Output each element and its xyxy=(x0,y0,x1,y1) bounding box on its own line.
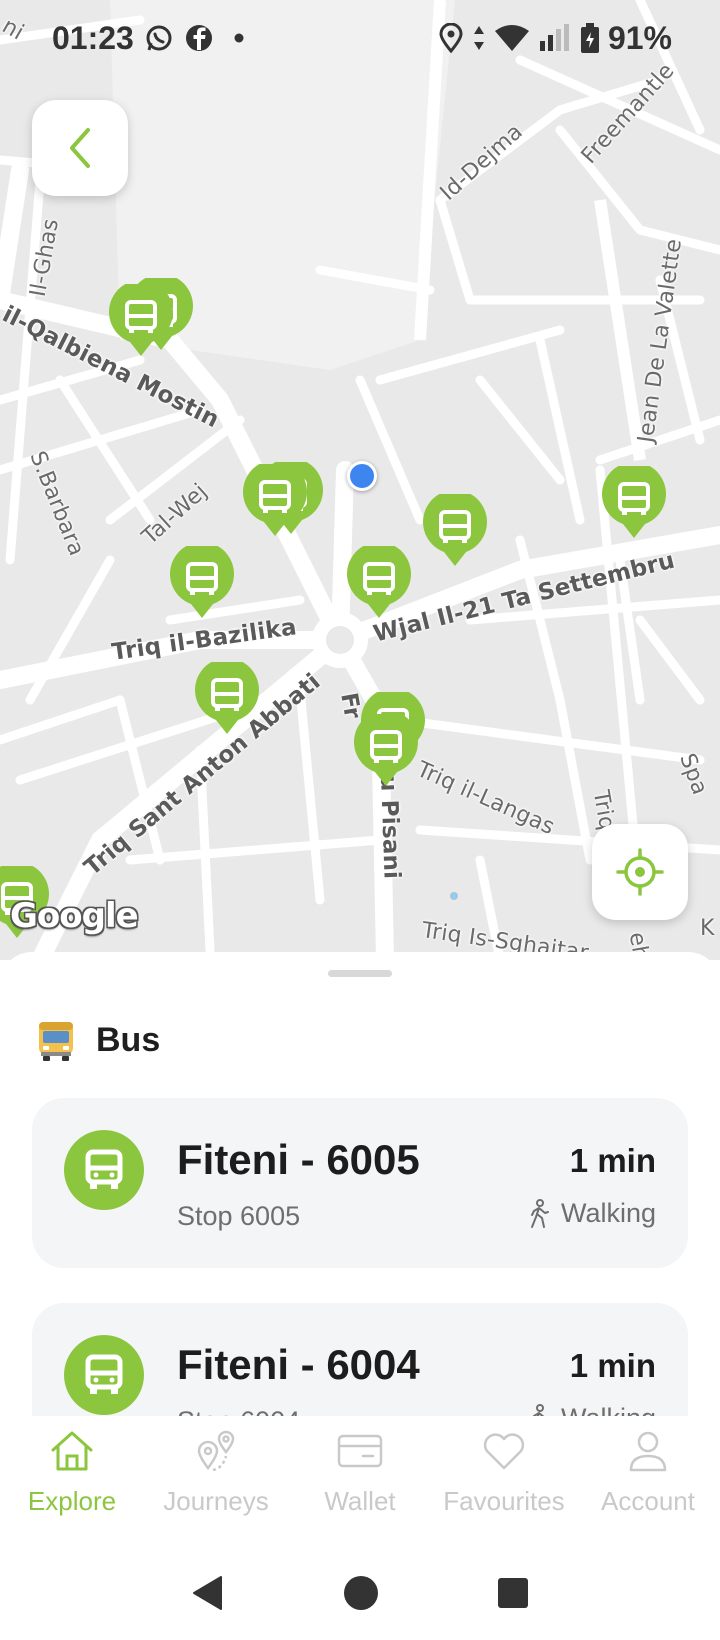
bus-stop-pin[interactable] xyxy=(422,494,488,568)
bus-stop-pin[interactable] xyxy=(346,546,412,620)
section-title: Bus xyxy=(96,1020,161,1059)
user-location-dot xyxy=(347,461,377,491)
location-icon xyxy=(439,23,463,53)
bus-stop-pin[interactable] xyxy=(169,546,235,620)
stop-card[interactable]: Fiteni - 6004 Stop 6004 1 min Walking xyxy=(32,1303,688,1416)
nav-journeys-label: Journeys xyxy=(163,1486,269,1516)
route-pins-icon xyxy=(197,1430,235,1472)
stop-name: Fiteni - 6004 xyxy=(177,1341,420,1388)
street-label-k: K xyxy=(700,916,715,941)
travel-mode-label: Walking xyxy=(561,1403,656,1416)
battery-percent: 91% xyxy=(607,19,672,56)
nav-wallet-label: Wallet xyxy=(324,1486,396,1516)
back-triangle-icon[interactable] xyxy=(191,1575,225,1611)
my-location-button[interactable] xyxy=(592,824,688,920)
walk-time: 1 min xyxy=(569,1347,656,1384)
bus-stop-pin[interactable] xyxy=(353,714,419,788)
card-icon xyxy=(337,1434,383,1468)
back-button[interactable] xyxy=(32,100,128,196)
bottom-nav: Explore Journeys Wallet Favourites Accou… xyxy=(0,1416,720,1546)
battery-icon xyxy=(580,23,599,53)
person-icon xyxy=(629,1431,667,1472)
data-arrows-icon xyxy=(473,26,484,50)
travel-mode: Walking xyxy=(527,1198,656,1229)
section-header: Bus xyxy=(36,1018,160,1062)
bus-icon xyxy=(64,1335,144,1415)
wifi-icon xyxy=(494,25,529,51)
nav-favourites[interactable]: Favourites xyxy=(432,1416,576,1546)
travel-mode: Walking xyxy=(527,1403,656,1416)
whatsapp-icon xyxy=(146,25,172,51)
nav-account-label: Account xyxy=(601,1486,695,1516)
bus-icon xyxy=(64,1130,144,1210)
stop-code: Stop 6005 xyxy=(177,1201,301,1231)
street-label-pisani: u Pisani xyxy=(375,774,405,880)
bus-stop-pin[interactable] xyxy=(108,284,174,358)
nav-explore[interactable]: Explore xyxy=(0,1416,144,1546)
home-circle-icon[interactable] xyxy=(343,1575,379,1611)
crosshair-icon xyxy=(616,848,664,896)
nearby-stops-sheet[interactable]: Bus Fiteni - 6005 Stop 6005 1 min Walkin… xyxy=(0,952,720,1416)
facebook-icon xyxy=(185,25,212,51)
map-view[interactable]: il-Qalbiena Mostin Id-Dejma Freemantle J… xyxy=(0,0,720,960)
nav-journeys[interactable]: Journeys xyxy=(144,1416,288,1546)
dot-icon xyxy=(234,33,244,43)
heart-icon xyxy=(483,1433,525,1470)
travel-mode-label: Walking xyxy=(560,1198,656,1228)
chevron-left-icon xyxy=(70,128,90,168)
nav-wallet[interactable]: Wallet xyxy=(288,1416,432,1546)
system-nav-bar xyxy=(0,1546,720,1640)
nav-favourites-label: Favourites xyxy=(443,1486,565,1516)
nav-account[interactable]: Account xyxy=(576,1416,720,1546)
sheet-drag-handle[interactable] xyxy=(328,970,392,977)
bus-stop-pin[interactable] xyxy=(242,464,308,538)
walking-icon xyxy=(530,1198,549,1228)
walk-time: 1 min xyxy=(569,1142,656,1179)
bus-stop-pin[interactable] xyxy=(194,662,260,736)
stop-card[interactable]: Fiteni - 6005 Stop 6005 1 min Walking xyxy=(32,1098,688,1268)
google-logo: Google xyxy=(10,896,139,936)
bus-stop-pin[interactable] xyxy=(601,466,667,540)
stop-code: Stop 6004 xyxy=(177,1406,300,1416)
home-icon xyxy=(51,1431,93,1471)
stop-name: Fiteni - 6005 xyxy=(177,1136,420,1183)
status-time: 01:23 xyxy=(52,19,134,56)
recents-square-icon[interactable] xyxy=(497,1577,529,1609)
status-bar: 01:23 91% xyxy=(0,0,720,76)
signal-icon xyxy=(539,24,569,51)
walking-icon xyxy=(532,1403,549,1416)
nav-explore-label: Explore xyxy=(27,1486,117,1516)
bus-emoji-icon xyxy=(39,1022,73,1061)
